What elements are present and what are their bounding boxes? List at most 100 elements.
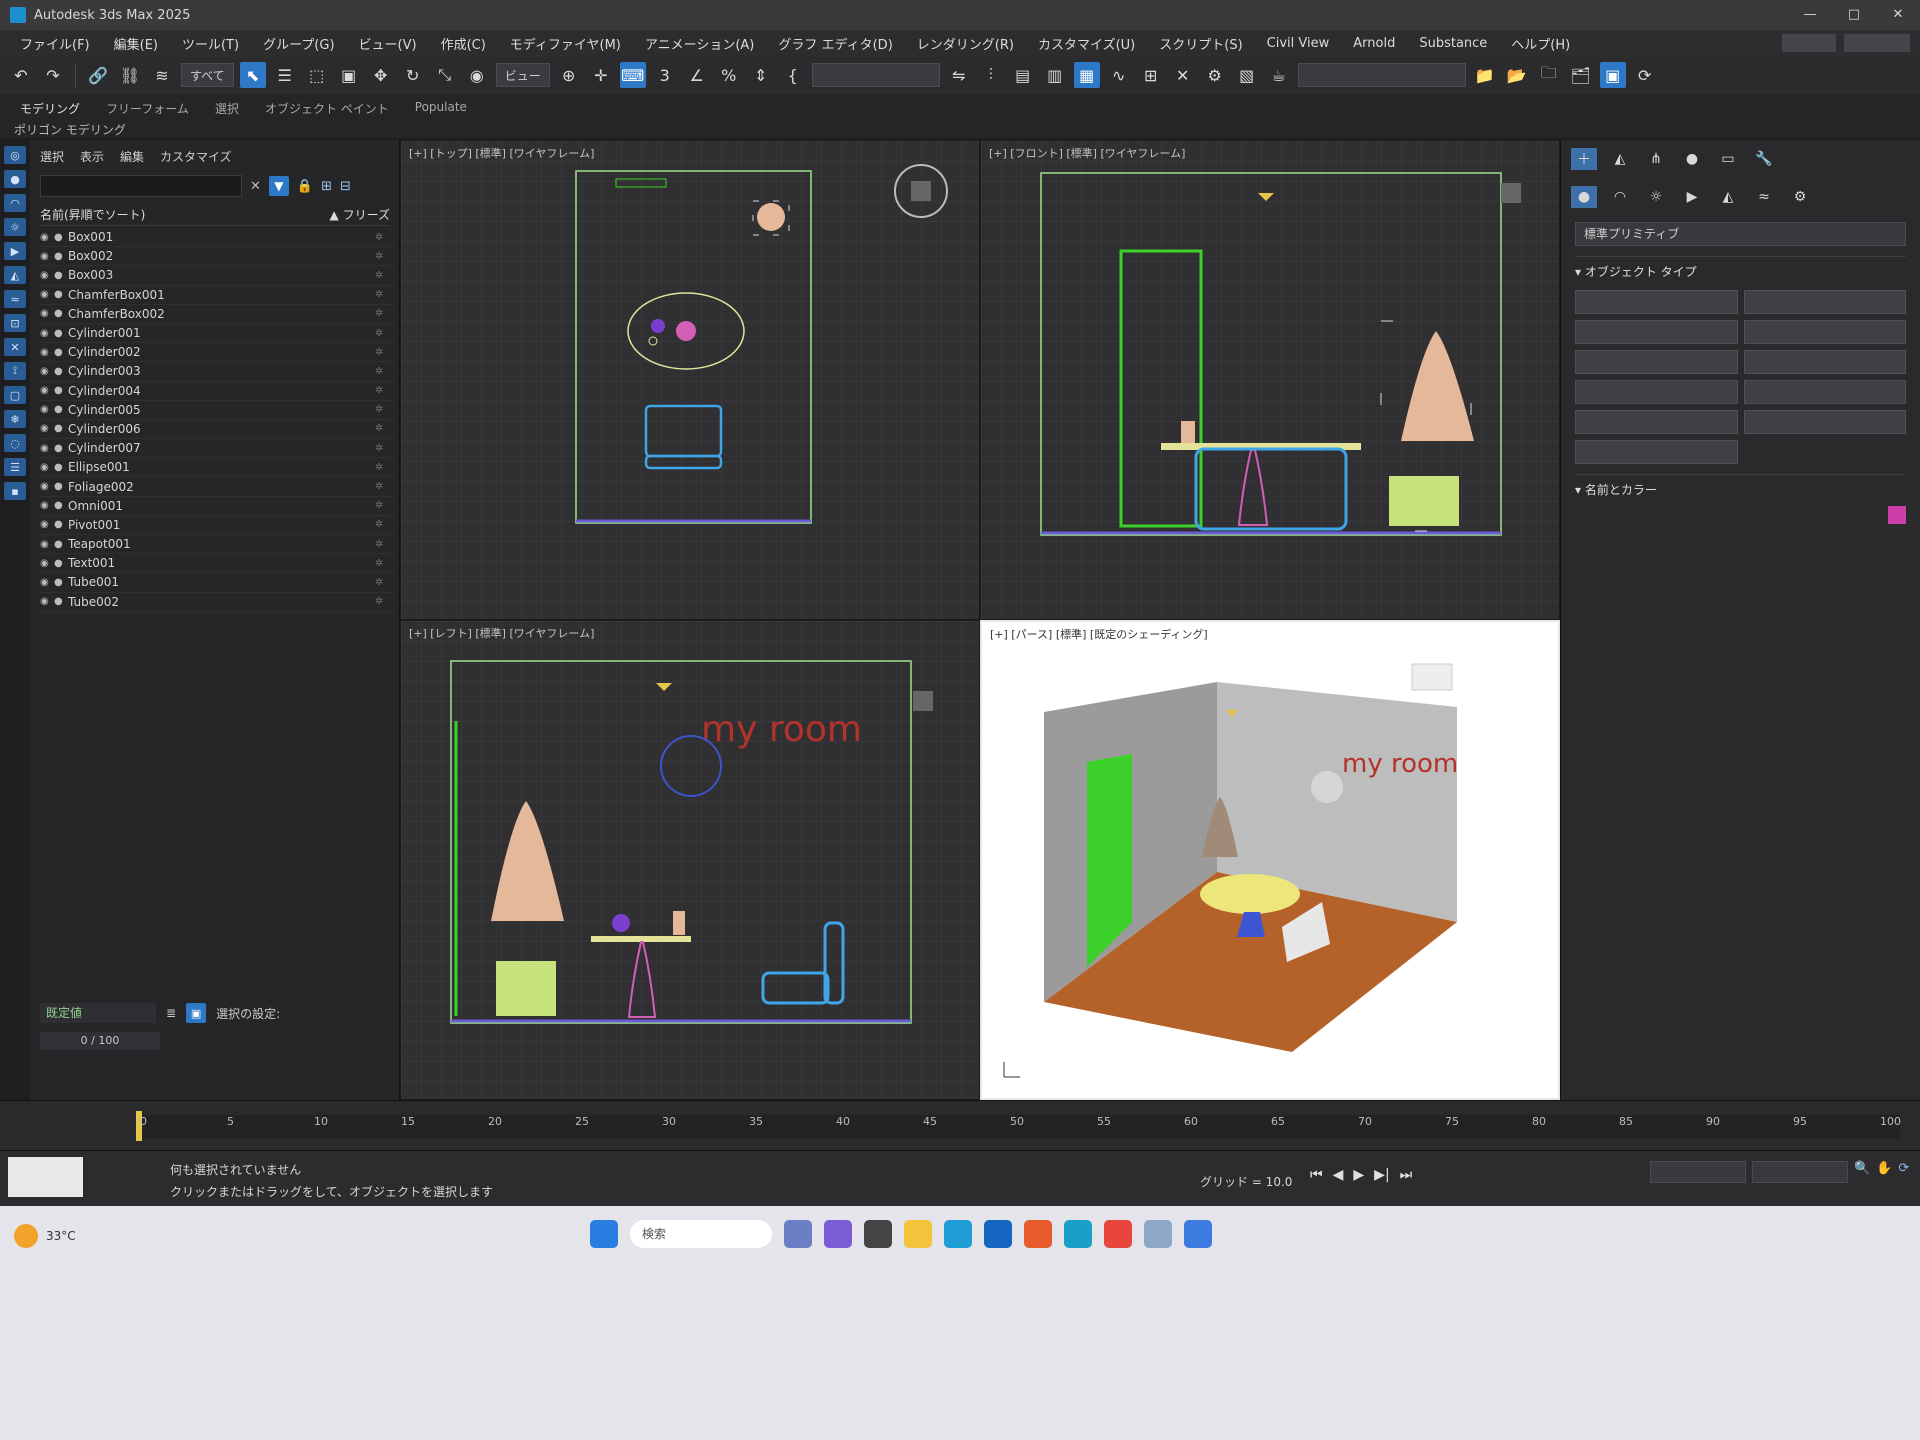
freeze-icon[interactable]: ✲ — [375, 251, 395, 262]
file-explorer-icon[interactable] — [904, 1220, 932, 1248]
list-item[interactable]: ◉ ● Cylinder003 ✲ — [40, 362, 395, 382]
3dsmax-taskbar-icon[interactable] — [1064, 1220, 1092, 1248]
list-item[interactable]: ◉ ● Ellipse001 ✲ — [40, 458, 395, 478]
pivot-center-icon[interactable]: ⊕ — [556, 62, 582, 88]
render-toggle-icon[interactable]: ● — [54, 232, 68, 243]
menu-modifiers[interactable]: モディファイヤ(M) — [498, 34, 633, 53]
list-item[interactable]: ◉ ● Box001 ✲ — [40, 228, 395, 248]
keyboard-shortcut-toggle-icon[interactable]: ⌨ — [619, 62, 646, 88]
render-setup-icon[interactable]: ⚙ — [1202, 62, 1228, 88]
material-editor-icon[interactable]: ✕ — [1170, 62, 1196, 88]
eye-icon[interactable]: ◉ — [40, 596, 54, 607]
freeze-icon[interactable]: ✲ — [375, 366, 395, 377]
modify-tab-icon[interactable]: ◭ — [1607, 148, 1633, 170]
go-to-start-icon[interactable]: ⏮ — [1310, 1167, 1323, 1183]
close-button[interactable]: ✕ — [1876, 0, 1920, 30]
menu-substance[interactable]: Substance — [1407, 36, 1499, 51]
app-icon[interactable] — [1184, 1220, 1212, 1248]
front-viewcube-icon[interactable] — [1501, 183, 1521, 203]
select-manipulate-icon[interactable]: ✛ — [588, 62, 614, 88]
hierarchy-icon[interactable]: ⊞ — [321, 179, 332, 194]
freeze-icon[interactable]: ✲ — [375, 385, 395, 396]
set-key-button[interactable] — [1752, 1161, 1848, 1183]
copilot-icon[interactable] — [824, 1220, 852, 1248]
display-frozen-icon[interactable]: ❄ — [4, 410, 26, 428]
eye-icon[interactable]: ◉ — [40, 462, 54, 473]
menu-view[interactable]: ビュー(V) — [347, 34, 429, 53]
list-item[interactable]: ◉ ● Omni001 ✲ — [40, 497, 395, 516]
list-item[interactable]: ◉ ● ChamferBox002 ✲ — [40, 305, 395, 324]
explorer-menu-customize[interactable]: カスタマイズ — [160, 148, 232, 165]
render-toggle-icon[interactable]: ● — [54, 481, 68, 492]
project-folder-icon[interactable]: 🗀 — [1536, 62, 1562, 88]
display-geometry-icon[interactable]: ● — [4, 170, 26, 188]
freeze-icon[interactable]: ✲ — [375, 519, 395, 530]
auto-key-button[interactable] — [1650, 1161, 1746, 1183]
app-icon[interactable] — [1144, 1220, 1172, 1248]
selection-set-icon[interactable]: ▣ — [186, 1003, 207, 1023]
list-item[interactable]: ◉ ● Cylinder004 ✲ — [40, 382, 395, 401]
signin-box[interactable] — [1781, 34, 1837, 52]
freeze-icon[interactable]: ✲ — [375, 404, 395, 415]
chrome-icon[interactable] — [1104, 1220, 1132, 1248]
windows-start-icon[interactable] — [590, 1220, 618, 1248]
freeze-icon[interactable]: ✲ — [375, 500, 395, 511]
object-type-button[interactable] — [1743, 410, 1906, 434]
object-type-button[interactable] — [1743, 380, 1906, 404]
mirror-icon[interactable]: ⇋ — [946, 62, 972, 88]
display-spacewarps-icon[interactable]: ≈ — [4, 290, 26, 308]
lights-icon[interactable]: ☼ — [1643, 186, 1669, 208]
eye-icon[interactable]: ◉ — [40, 500, 54, 511]
menu-create[interactable]: 作成(C) — [429, 34, 498, 53]
object-color-swatch[interactable] — [1888, 506, 1906, 524]
eye-icon[interactable]: ◉ — [40, 251, 54, 262]
align-icon[interactable]: ⫶ — [978, 62, 1004, 88]
list-item[interactable]: ◉ ● Box003 ✲ — [40, 266, 395, 286]
bind-space-warp-icon[interactable]: ≋ — [149, 62, 175, 88]
ribbon-tab-populate[interactable]: Populate — [415, 100, 467, 117]
menu-scripting[interactable]: スクリプト(S) — [1147, 34, 1254, 53]
zoom-icon[interactable]: 🔍 — [1854, 1161, 1870, 1183]
display-all-icon[interactable]: ☰ — [4, 458, 26, 476]
eye-icon[interactable]: ◉ — [40, 347, 54, 358]
object-type-button[interactable] — [1575, 380, 1738, 404]
display-groups-icon[interactable]: ⊡ — [4, 314, 26, 332]
render-toggle-icon[interactable]: ● — [54, 366, 68, 377]
menu-rendering[interactable]: レンダリング(R) — [905, 34, 1026, 53]
toggle-layer-explorer-icon[interactable]: ▥ — [1042, 62, 1068, 88]
spinner-snap-icon[interactable]: ⇕ — [748, 62, 774, 88]
hierarchy-tab-icon[interactable]: ⋔ — [1643, 148, 1669, 170]
freeze-icon[interactable]: ✲ — [375, 596, 395, 607]
object-type-button[interactable] — [1743, 290, 1906, 314]
ribbon-tab-freeform[interactable]: フリーフォーム — [106, 100, 189, 117]
scale-icon[interactable]: ⤡ — [432, 62, 458, 88]
rect-selection-icon[interactable]: ⬚ — [304, 62, 330, 88]
list-item[interactable]: ◉ ● Text001 ✲ — [40, 554, 395, 574]
shapes-icon[interactable]: ◠ — [1607, 186, 1633, 208]
freeze-icon[interactable]: ✲ — [375, 558, 395, 569]
reference-coord-dropdown[interactable]: ビュー — [495, 63, 550, 87]
display-containers-icon[interactable]: ▢ — [4, 386, 26, 404]
freeze-icon[interactable]: ✲ — [375, 308, 395, 319]
render-toggle-icon[interactable]: ● — [54, 308, 68, 319]
eye-icon[interactable]: ◉ — [40, 558, 54, 569]
viewport-left[interactable]: [+] [レフト] [標準] [ワイヤフレーム] my room — [400, 620, 980, 1100]
display-cameras-icon[interactable]: ▶ — [4, 242, 26, 260]
select-by-name-icon[interactable]: ☰ — [272, 62, 298, 88]
maxscript-listener[interactable] — [8, 1157, 83, 1197]
display-tab-icon[interactable]: ▭ — [1715, 148, 1741, 170]
rollout-name-color[interactable]: ▾ 名前とカラー — [1575, 474, 1906, 498]
eye-icon[interactable]: ◉ — [40, 481, 54, 492]
menu-tools[interactable]: ツール(T) — [170, 34, 251, 53]
menu-civil-view[interactable]: Civil View — [1255, 36, 1342, 51]
eye-icon[interactable]: ◉ — [40, 232, 54, 243]
render-toggle-icon[interactable]: ● — [54, 462, 68, 473]
menu-customize[interactable]: カスタマイズ(U) — [1026, 34, 1147, 53]
weather-widget[interactable]: 33°C — [14, 1224, 76, 1248]
object-type-button[interactable] — [1575, 290, 1738, 314]
freeze-icon[interactable]: ✲ — [375, 423, 395, 434]
edge-icon[interactable] — [944, 1220, 972, 1248]
render-toggle-icon[interactable]: ● — [54, 251, 68, 262]
menu-arnold[interactable]: Arnold — [1341, 36, 1407, 51]
menu-graph-editors[interactable]: グラフ エディタ(D) — [766, 34, 904, 53]
